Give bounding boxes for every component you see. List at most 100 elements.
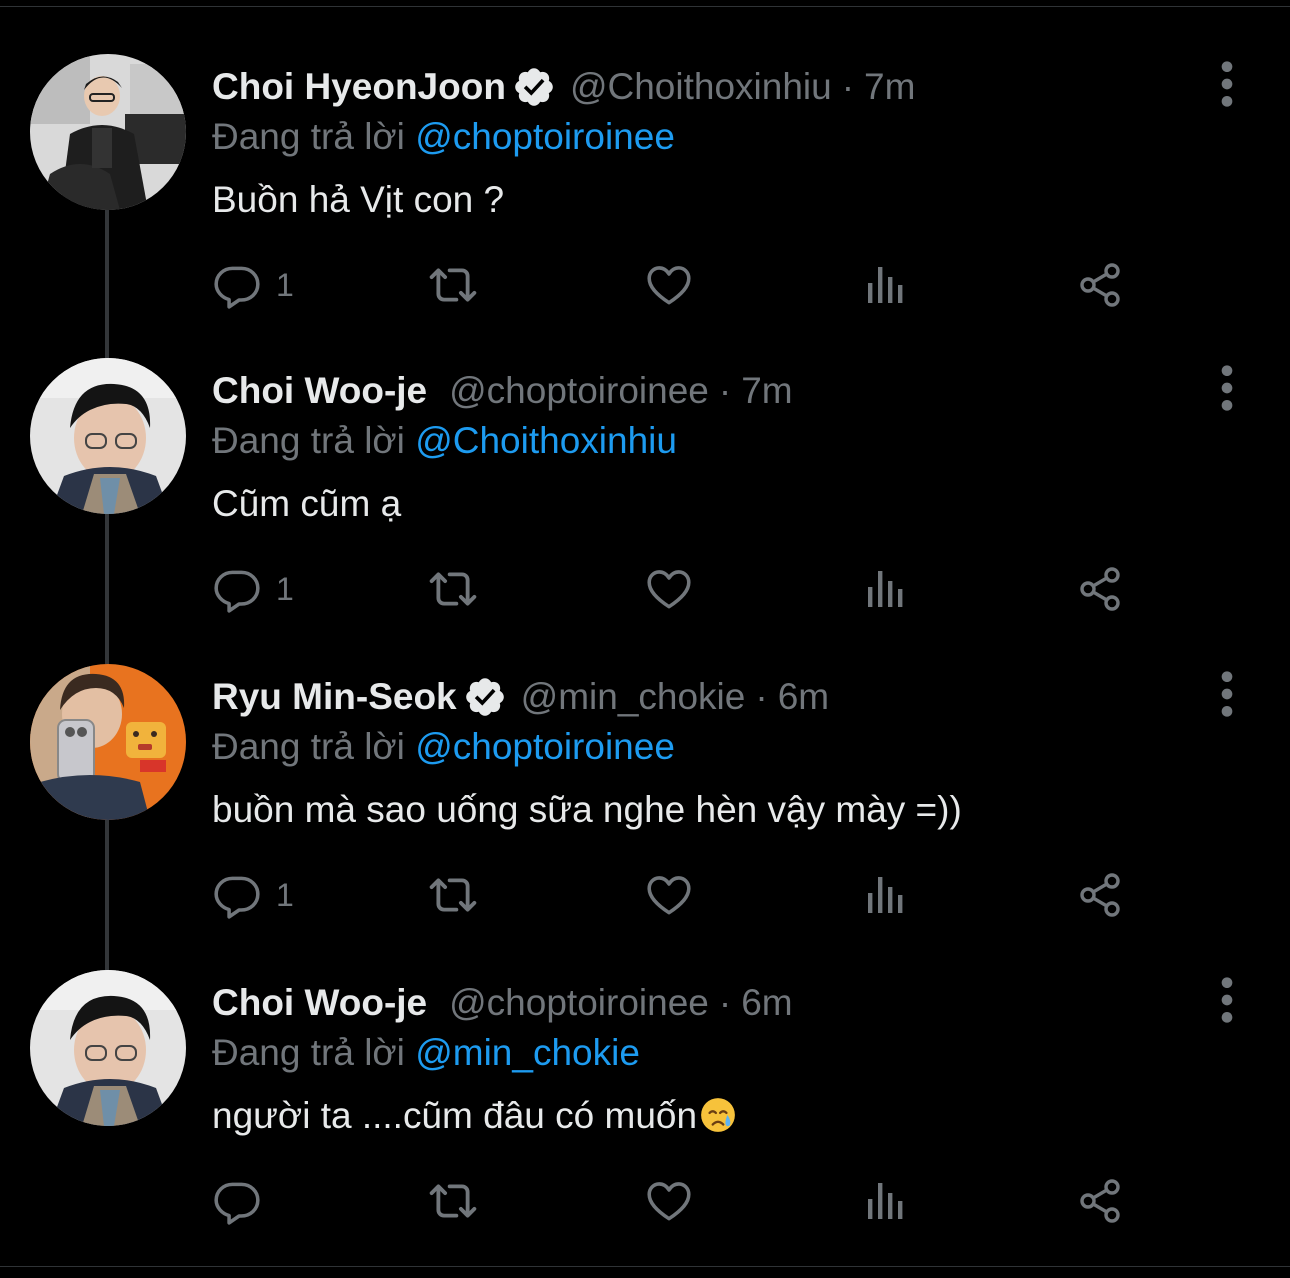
username[interactable]: @min_chokie <box>521 674 746 720</box>
crying-face-emoji-icon <box>701 1098 735 1132</box>
mention-link[interactable]: @Choithoxinhiu <box>415 420 677 461</box>
tweet-header: Choi Woo-je @choptoiroinee · 6m <box>212 980 793 1026</box>
mention-link[interactable]: @choptoiroinee <box>415 726 675 767</box>
action-bar: 1 <box>212 260 1162 310</box>
views-icon <box>860 261 908 309</box>
more-icon[interactable] <box>1208 364 1246 412</box>
tweet-text: người ta ....cũm đâu có muốn <box>212 1090 737 1142</box>
display-name[interactable]: Choi HyeonJoon <box>212 64 506 110</box>
username[interactable]: @Choithoxinhiu <box>570 64 832 110</box>
replying-to: Đang trả lời @Choithoxinhiu <box>212 418 677 464</box>
avatar[interactable] <box>30 54 186 210</box>
views-icon <box>860 1177 908 1225</box>
more-icon[interactable] <box>1208 976 1246 1024</box>
replying-to: Đang trả lời @choptoiroinee <box>212 724 675 770</box>
tweet[interactable]: Ryu Min-Seok @min_chokie · 6m Đang trả l… <box>0 616 1290 922</box>
tweet[interactable]: Choi Woo-je @choptoiroinee · 6m Đang trả… <box>0 922 1290 1228</box>
like-icon <box>644 1176 694 1226</box>
tweet-header: Ryu Min-Seok @min_chokie · 6m <box>212 674 829 720</box>
reply-count: 1 <box>276 570 294 607</box>
views-button[interactable] <box>860 564 908 614</box>
views-icon <box>860 565 908 613</box>
reply-count: 1 <box>276 876 294 913</box>
views-button[interactable] <box>860 1176 908 1226</box>
share-button[interactable] <box>1076 870 1124 920</box>
tweet-text: buồn mà sao uống sữa nghe hèn vậy mày =)… <box>212 789 962 830</box>
username[interactable]: @choptoiroinee <box>449 980 709 1026</box>
like-button[interactable] <box>644 564 694 614</box>
replying-to: Đang trả lời @choptoiroinee <box>212 114 675 160</box>
share-icon <box>1076 565 1124 613</box>
like-icon <box>644 260 694 310</box>
like-button[interactable] <box>644 260 694 310</box>
tweet[interactable]: Choi Woo-je @choptoiroinee · 7m Đang trả… <box>0 310 1290 616</box>
replying-to-label: Đang trả lời <box>212 420 405 461</box>
reply-button[interactable]: 1 <box>212 870 294 920</box>
views-button[interactable] <box>860 870 908 920</box>
avatar-photo <box>30 664 186 820</box>
replying-to: Đang trả lời @min_chokie <box>212 1030 640 1076</box>
reply-icon <box>212 260 262 310</box>
reply-button[interactable]: 1 <box>212 260 294 310</box>
like-button[interactable] <box>644 1176 694 1226</box>
action-bar: 1 <box>212 564 1162 614</box>
mention-link[interactable]: @choptoiroinee <box>415 116 675 157</box>
reply-icon <box>212 564 262 614</box>
more-icon[interactable] <box>1208 60 1246 108</box>
views-icon <box>860 871 908 919</box>
replying-to-label: Đang trả lời <box>212 1032 405 1073</box>
retweet-button[interactable] <box>426 564 480 614</box>
verified-badge-icon <box>463 675 507 719</box>
action-bar <box>212 1176 1162 1226</box>
like-icon <box>644 870 694 920</box>
replying-to-label: Đang trả lời <box>212 116 405 157</box>
timestamp[interactable]: 7m <box>864 64 915 110</box>
tweet-text: Buồn hả Vịt con ? <box>212 179 505 220</box>
reply-icon <box>212 870 262 920</box>
avatar-photo <box>30 970 186 1126</box>
username[interactable]: @choptoiroinee <box>449 368 709 414</box>
avatar[interactable] <box>30 664 186 820</box>
views-button[interactable] <box>860 260 908 310</box>
avatar-photo <box>30 358 186 514</box>
retweet-icon <box>426 1174 480 1228</box>
timestamp[interactable]: 7m <box>741 368 792 414</box>
tweet-header: Choi HyeonJoon @Choithoxinhiu · 7m <box>212 64 915 110</box>
reply-button[interactable] <box>212 1176 276 1226</box>
avatar-photo <box>30 54 186 210</box>
action-bar: 1 <box>212 870 1162 920</box>
share-button[interactable] <box>1076 260 1124 310</box>
tweet[interactable]: Choi HyeonJoon @Choithoxinhiu · 7m Đang … <box>0 6 1290 312</box>
separator-dot: · <box>718 982 732 1023</box>
retweet-button[interactable] <box>426 1176 480 1226</box>
share-button[interactable] <box>1076 1176 1124 1226</box>
display-name[interactable]: Ryu Min-Seok <box>212 674 457 720</box>
verified-badge-icon <box>512 65 556 109</box>
avatar[interactable] <box>30 970 186 1126</box>
retweet-icon <box>426 562 480 616</box>
retweet-button[interactable] <box>426 260 480 310</box>
tweet-header: Choi Woo-je @choptoiroinee · 7m <box>212 368 793 414</box>
timestamp[interactable]: 6m <box>778 674 829 720</box>
reply-button[interactable]: 1 <box>212 564 294 614</box>
separator-dot: · <box>841 66 855 107</box>
retweet-icon <box>426 868 480 922</box>
bottom-divider <box>0 1266 1290 1278</box>
share-icon <box>1076 871 1124 919</box>
share-icon <box>1076 1177 1124 1225</box>
share-button[interactable] <box>1076 564 1124 614</box>
display-name[interactable]: Choi Woo-je <box>212 980 427 1026</box>
reply-icon <box>212 1176 262 1226</box>
display-name[interactable]: Choi Woo-je <box>212 368 427 414</box>
separator-dot: · <box>755 676 768 717</box>
timestamp[interactable]: 6m <box>741 980 792 1026</box>
retweet-button[interactable] <box>426 870 480 920</box>
avatar[interactable] <box>30 358 186 514</box>
mention-link[interactable]: @min_chokie <box>415 1032 640 1073</box>
replying-to-label: Đang trả lời <box>212 726 405 767</box>
like-icon <box>644 564 694 614</box>
tweet-text-content: người ta ....cũm đâu có muốn <box>212 1095 698 1136</box>
more-icon[interactable] <box>1208 670 1246 718</box>
like-button[interactable] <box>644 870 694 920</box>
tweet-text: Cũm cũm ạ <box>212 483 402 524</box>
